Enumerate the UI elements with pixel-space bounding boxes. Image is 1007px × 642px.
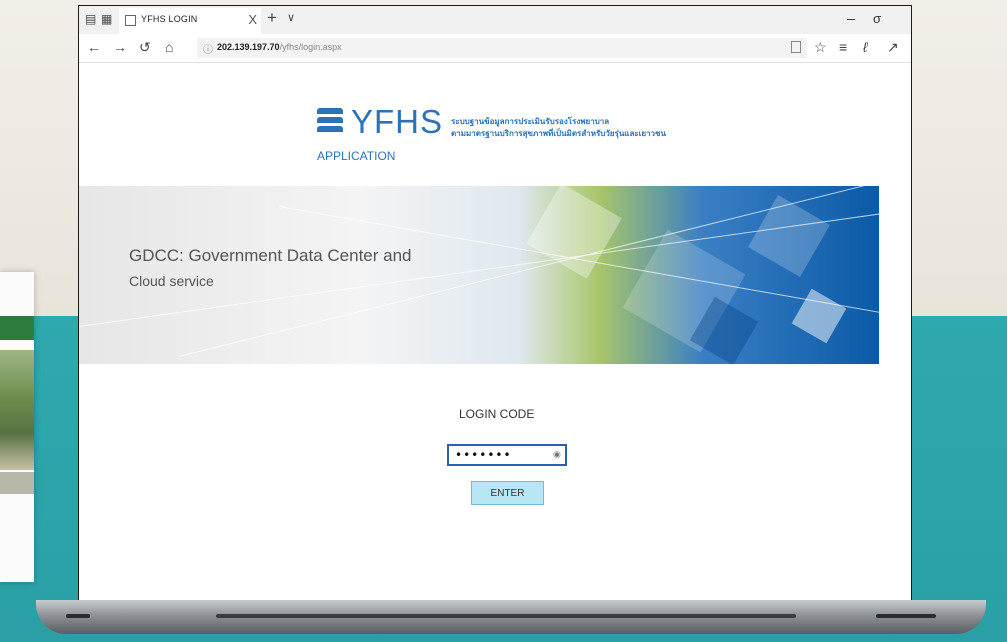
home-icon[interactable]: ⌂ (165, 39, 173, 55)
background-card-photo (0, 350, 34, 470)
address-bar[interactable]: ⓘ 202.139.197.70/yfhs/login.aspx (197, 38, 807, 58)
refresh-icon[interactable]: ↺ (139, 39, 151, 56)
tab-preview-icon[interactable]: ▦ (101, 12, 112, 26)
tab-actions-icon[interactable]: ▤ (85, 12, 96, 26)
login-code-label: LOGIN CODE (459, 407, 535, 421)
favorites-list-icon[interactable]: ≡ (839, 39, 847, 55)
banner-title: GDCC: Government Data Center and (129, 246, 412, 265)
laptop-screen: ▤ ▦ YFHS LOGIN X + ∨ – σ ← → ↺ ⌂ ⓘ 202.1… (78, 5, 912, 603)
address-url: 202.139.197.70/yfhs/login.aspx (217, 42, 342, 52)
background-card (0, 272, 34, 582)
maximize-button[interactable]: σ (873, 11, 881, 26)
page-icon (125, 15, 136, 26)
banner-subtitle: Cloud service (129, 273, 214, 289)
navigation-bar: ← → ↺ ⌂ ⓘ 202.139.197.70/yfhs/login.aspx… (79, 34, 911, 63)
new-tab-button[interactable]: + (267, 8, 277, 28)
eye-icon[interactable]: ◉ (553, 449, 561, 460)
favorite-star-icon[interactable]: ☆ (814, 39, 827, 56)
address-host: 202.139.197.70 (217, 42, 280, 52)
laptop-base (36, 600, 986, 634)
browser-tab[interactable]: YFHS LOGIN X (119, 8, 261, 34)
pen-icon[interactable]: ℓ (863, 39, 868, 55)
background-card-photo-bottom (0, 472, 34, 494)
reading-view-icon[interactable] (791, 41, 801, 53)
minimize-button[interactable]: – (847, 10, 855, 26)
system-title-line2: ตามมาตรฐานบริการสุขภาพที่เป็นมิตรสำหรับว… (451, 129, 666, 138)
address-path: /yfhs/login.aspx (279, 42, 342, 52)
enter-button[interactable]: ENTER (471, 481, 544, 505)
tab-menu-icon[interactable]: ∨ (287, 11, 295, 24)
database-logo-icon (317, 108, 343, 132)
logo-text: YFHS (351, 103, 444, 140)
gdcc-banner: GDCC: Government Data Center and Cloud s… (79, 186, 879, 364)
login-code-input[interactable] (447, 444, 567, 466)
forward-icon[interactable]: → (113, 39, 127, 55)
close-tab-icon[interactable]: X (248, 12, 257, 27)
tab-title: YFHS LOGIN (141, 14, 198, 24)
page-content: YFHS APPLICATION ระบบฐานข้อมูลการประเมิน… (79, 63, 911, 602)
background-card-header (0, 316, 34, 340)
back-icon[interactable]: ← (87, 39, 101, 55)
info-icon: ⓘ (203, 45, 213, 56)
tab-bar: ▤ ▦ YFHS LOGIN X + ∨ – σ (79, 6, 911, 34)
logo-subtitle: APPLICATION (317, 149, 396, 163)
share-icon[interactable]: ↗ (887, 39, 899, 56)
